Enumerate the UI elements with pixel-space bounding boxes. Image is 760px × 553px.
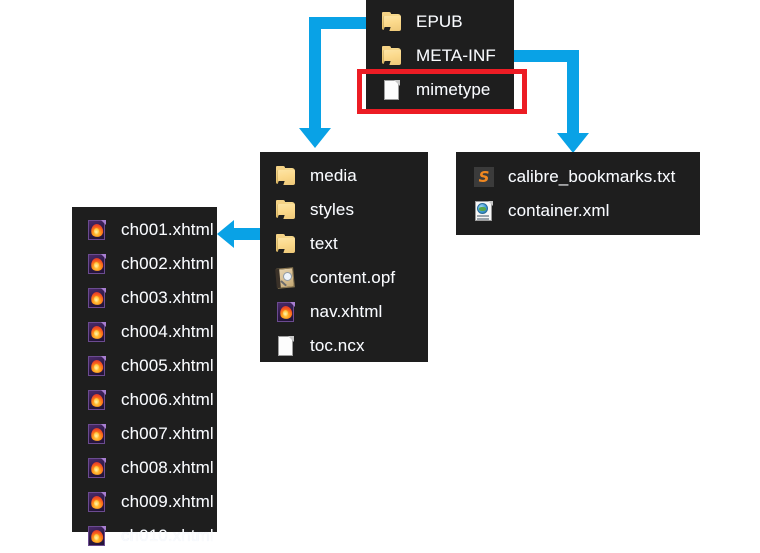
list-item[interactable]: ch004.xhtml <box>72 315 217 349</box>
list-item-label: META-INF <box>416 46 496 65</box>
firefox-document-icon <box>85 218 109 242</box>
list-item[interactable]: ch002.xhtml <box>72 247 217 281</box>
list-item-label: ch002.xhtml <box>121 254 214 273</box>
firefox-document-icon <box>85 286 109 310</box>
folder-icon <box>380 44 404 68</box>
list-item[interactable]: EPUB <box>366 5 514 39</box>
list-item[interactable]: toc.ncx <box>260 329 428 363</box>
list-item-label: media <box>310 166 357 185</box>
list-item-label: ch007.xhtml <box>121 424 214 443</box>
folder-icon <box>274 198 298 222</box>
arrow-metainf-head <box>557 133 589 153</box>
list-item[interactable]: ch009.xhtml <box>72 485 217 519</box>
folder-icon <box>274 232 298 256</box>
list-item[interactable]: nav.xhtml <box>260 295 428 329</box>
list-item-label: ch005.xhtml <box>121 356 214 375</box>
list-item-label: ch003.xhtml <box>121 288 214 307</box>
arrow-epub-head <box>299 128 331 148</box>
firefox-document-icon <box>85 252 109 276</box>
list-item-label: ch010.xhtml <box>121 526 214 545</box>
text-folder-listing: ch001.xhtml ch002.xhtml ch003.xhtml ch00… <box>72 207 217 546</box>
list-item[interactable]: META-INF <box>366 39 514 73</box>
firefox-document-icon <box>85 320 109 344</box>
xml-document-icon <box>472 199 496 223</box>
arrow-epub-vertical <box>309 17 321 130</box>
folder-icon <box>380 10 404 34</box>
meta-inf-folder-listing: S calibre_bookmarks.txt container.xml <box>456 152 700 235</box>
list-item-label: ch006.xhtml <box>121 390 214 409</box>
list-item[interactable]: media <box>260 159 428 193</box>
firefox-document-icon <box>274 300 298 324</box>
sublime-text-icon: S <box>472 165 496 189</box>
mimetype-highlight-box <box>357 69 527 114</box>
arrow-text-head <box>217 220 234 248</box>
list-item[interactable]: ch005.xhtml <box>72 349 217 383</box>
list-item[interactable]: ch001.xhtml <box>72 213 217 247</box>
list-item[interactable]: styles <box>260 193 428 227</box>
arrow-metainf-vertical <box>567 50 579 135</box>
firefox-document-icon <box>85 524 109 548</box>
list-item[interactable]: text <box>260 227 428 261</box>
list-item-label: ch004.xhtml <box>121 322 214 341</box>
list-item-label: container.xml <box>508 201 610 220</box>
list-item-label: content.opf <box>310 268 396 287</box>
list-item-label: styles <box>310 200 355 219</box>
list-item[interactable]: ch010.xhtml <box>72 519 217 553</box>
list-item-label: ch009.xhtml <box>121 492 214 511</box>
list-item[interactable]: content.opf <box>260 261 428 295</box>
folder-icon <box>274 164 298 188</box>
list-item[interactable]: ch003.xhtml <box>72 281 217 315</box>
list-item[interactable]: ch007.xhtml <box>72 417 217 451</box>
list-item-label: toc.ncx <box>310 336 365 355</box>
list-item[interactable]: container.xml <box>456 194 700 228</box>
list-item-label: nav.xhtml <box>310 302 383 321</box>
firefox-document-icon <box>85 456 109 480</box>
firefox-document-icon <box>85 354 109 378</box>
list-item-label: calibre_bookmarks.txt <box>508 167 676 186</box>
list-item[interactable]: S calibre_bookmarks.txt <box>456 160 700 194</box>
epub-folder-listing: media styles text content.opf nav.xhtml <box>260 152 428 362</box>
opf-document-icon <box>274 266 298 290</box>
firefox-document-icon <box>85 388 109 412</box>
list-item-label: EPUB <box>416 12 463 31</box>
list-item-label: text <box>310 234 338 253</box>
document-icon <box>274 334 298 358</box>
diagram-canvas: EPUB META-INF mimetype media styles text… <box>0 0 760 550</box>
list-item[interactable]: ch008.xhtml <box>72 451 217 485</box>
list-item-label: ch001.xhtml <box>121 220 214 239</box>
list-item-label: ch008.xhtml <box>121 458 214 477</box>
firefox-document-icon <box>85 490 109 514</box>
firefox-document-icon <box>85 422 109 446</box>
list-item[interactable]: ch006.xhtml <box>72 383 217 417</box>
